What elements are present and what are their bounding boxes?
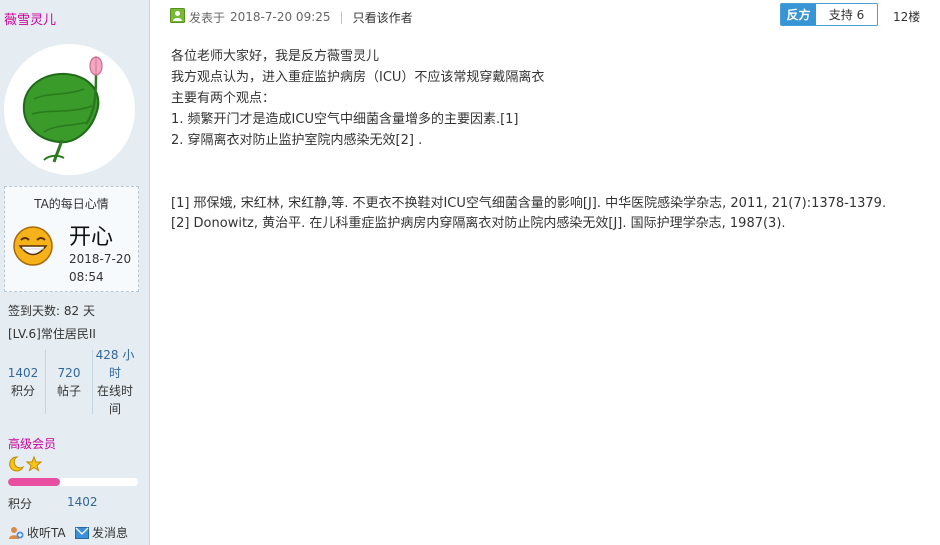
membership-link[interactable]: 高级会员 bbox=[8, 435, 56, 452]
envelope-icon bbox=[75, 526, 89, 539]
posted-timestamp: 2018-7-20 09:25 bbox=[230, 10, 331, 24]
support-button[interactable]: 支持 6 bbox=[816, 4, 877, 25]
membership-rank-icons bbox=[8, 455, 68, 473]
stat-divider bbox=[45, 350, 46, 414]
lotus-leaf-avatar-image bbox=[22, 56, 103, 163]
post-line: 主要有两个观点： bbox=[171, 91, 276, 106]
membership-progress-fill bbox=[8, 478, 60, 486]
floor-number-link[interactable]: 12楼 bbox=[893, 8, 920, 25]
mood-text: 开心 bbox=[69, 225, 114, 250]
points-label: 积分 bbox=[8, 497, 33, 511]
daily-mood-panel: TA的每日心情 开心 2018-7-20 08:54 bbox=[4, 186, 139, 292]
post-line: 1. 频繁开门才是造成ICU空气中细菌含量增多的主要因素.[1] bbox=[171, 112, 519, 127]
points-value: 1402 bbox=[67, 495, 98, 509]
mood-date: 2018-7-20 bbox=[69, 252, 132, 266]
follow-button[interactable]: 收听TA bbox=[8, 524, 66, 541]
references: [1] 邢保娥, 宋红林, 宋红静,等. 不更衣不换鞋对ICU空气细菌含量的影响… bbox=[171, 194, 886, 234]
message-label: 发消息 bbox=[92, 526, 129, 540]
stat-points-value: 1402 bbox=[7, 366, 39, 380]
follow-label: 收听TA bbox=[27, 526, 66, 540]
signin-days: 签到天数: 82 天 bbox=[8, 304, 95, 318]
reference-item: [1] 邢保娥, 宋红林, 宋红静,等. 不更衣不换鞋对ICU空气细菌含量的影响… bbox=[171, 196, 887, 211]
stat-points[interactable]: 1402 积分 bbox=[6, 364, 40, 438]
reference-item: [2] Donowitz, 黄治平. 在儿科重症监护病房内穿隔离衣对防止院内感染… bbox=[171, 216, 786, 231]
only-author-link[interactable]: 只看该作者 bbox=[353, 9, 413, 26]
meta-separator: | bbox=[339, 10, 344, 24]
stat-posts[interactable]: 720 帖子 bbox=[51, 364, 87, 438]
online-status-icon bbox=[170, 8, 185, 26]
stat-online-time[interactable]: 428 小时 在线时间 bbox=[94, 346, 136, 420]
happy-face-icon bbox=[12, 225, 54, 267]
post-meta-bar: 发表于 2018-7-20 09:25 | 只看该作者 bbox=[170, 8, 413, 26]
post-line: 2. 穿隔离衣对防止监护室院内感染无效[2] . bbox=[171, 133, 423, 148]
author-sidebar: 薇雪灵儿 TA的每日心情 开心 2018-7-20 08:54 签到天数: 82… bbox=[0, 0, 150, 545]
post-content: 各位老师大家好，我是反方薇雪灵儿 我方观点认为，进入重症监护病房（ICU）不应该… bbox=[171, 46, 544, 151]
debate-stance-box: 反方 支持 6 bbox=[780, 3, 878, 26]
moon-icon bbox=[9, 456, 25, 472]
user-level-link[interactable]: [LV.6]常住居民II bbox=[8, 325, 96, 342]
post-line: 各位老师大家好，我是反方薇雪灵儿 bbox=[171, 49, 380, 64]
stat-points-label: 积分 bbox=[10, 384, 35, 398]
posted-prefix: 发表于 bbox=[189, 10, 226, 25]
stat-divider bbox=[92, 350, 93, 414]
mood-time: 08:54 bbox=[69, 270, 104, 284]
stat-posts-value: 720 bbox=[57, 366, 81, 380]
stat-posts-label: 帖子 bbox=[56, 384, 81, 398]
stance-tag: 反方 bbox=[781, 4, 816, 25]
star-icon bbox=[25, 455, 43, 472]
stat-online-label: 在线时间 bbox=[96, 384, 133, 416]
follow-icon bbox=[8, 526, 24, 540]
mood-title: TA的每日心情 bbox=[34, 197, 109, 211]
post-line: 我方观点认为，进入重症监护病房（ICU）不应该常规穿戴隔离衣 bbox=[171, 70, 545, 85]
mood-timestamp: 2018-7-20 08:54 bbox=[69, 250, 137, 286]
membership-progress-bar bbox=[8, 478, 138, 486]
author-name-link[interactable]: 薇雪灵儿 bbox=[4, 9, 56, 28]
stat-online-value: 428 小时 bbox=[95, 348, 135, 380]
send-message-button[interactable]: 发消息 bbox=[75, 524, 128, 541]
avatar[interactable] bbox=[4, 44, 135, 175]
